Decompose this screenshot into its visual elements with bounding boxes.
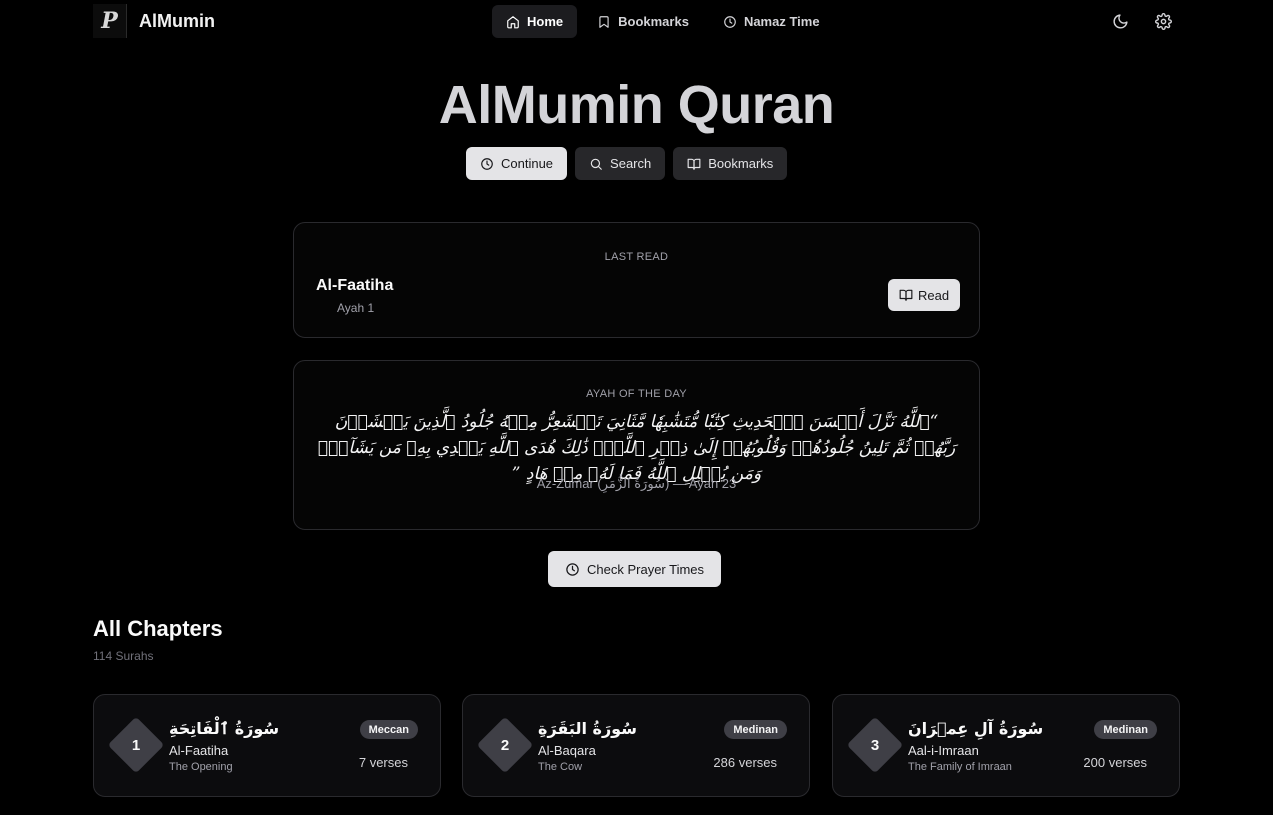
nav-bookmarks[interactable]: Bookmarks xyxy=(583,5,703,38)
nav-home[interactable]: Home xyxy=(492,5,578,38)
clock-icon xyxy=(724,15,736,28)
surah-arabic-name: سُورَةُ آلِ عِمۡرَانَ xyxy=(908,719,1044,738)
revelation-badge: Medinan xyxy=(724,720,787,739)
search-button-label: Search xyxy=(610,156,652,171)
surah-translation: The Family of Imraan xyxy=(908,761,1012,773)
surah-arabic-name: سُورَةُ البَقَرَةِ xyxy=(538,719,637,738)
revelation-badge: Medinan xyxy=(1094,720,1157,739)
last-read-card: LAST READ Al-Faatiha Ayah 1 Read xyxy=(293,222,980,338)
bookmarks-button[interactable]: Bookmarks xyxy=(673,147,788,180)
clock-icon xyxy=(481,157,493,170)
surah-translation: The Opening xyxy=(169,761,233,773)
surah-name: Aal-i-Imraan xyxy=(908,743,979,758)
page-title: AlMumin Quran xyxy=(438,75,835,135)
surah-translation: The Cow xyxy=(538,761,583,773)
read-button[interactable]: Read xyxy=(888,279,961,311)
nav-home-label: Home xyxy=(527,14,564,29)
search-button[interactable]: Search xyxy=(575,147,666,180)
search-icon xyxy=(590,158,602,170)
hero-actions: Continue Search Bookmarks xyxy=(466,147,788,180)
nav-namaz-time[interactable]: Namaz Time xyxy=(709,5,834,38)
chapters-heading: All Chapters xyxy=(93,616,223,641)
app-logo[interactable]: P xyxy=(93,4,127,38)
surah-name: Al-Baqara xyxy=(538,743,596,758)
book-open-icon xyxy=(899,289,913,301)
theme-toggle-button[interactable] xyxy=(1108,9,1132,33)
last-read-ayah: Ayah 1 xyxy=(337,301,375,315)
nav-bookmarks-label: Bookmarks xyxy=(618,14,689,29)
brand-name[interactable]: AlMumin xyxy=(139,11,215,32)
verse-count: 200 verses xyxy=(1083,755,1147,770)
ayah-reference: Az-Zumar (سُورَةُ الزُّمَرِ) — Ayah 23 xyxy=(536,476,737,491)
main-nav: Home Bookmarks Namaz Time xyxy=(492,5,834,38)
surah-name: Al-Faatiha xyxy=(169,743,229,758)
book-open-icon xyxy=(687,158,701,170)
nav-namaz-time-label: Namaz Time xyxy=(743,14,820,29)
gear-icon xyxy=(1154,12,1172,30)
surah-card[interactable]: 2 سُورَةُ البَقَرَةِ Al-Baqara The Cow M… xyxy=(462,694,810,797)
surah-number: 2 xyxy=(500,736,510,754)
continue-button-label: Continue xyxy=(501,156,554,171)
revelation-badge: Meccan xyxy=(359,720,418,739)
bookmarks-button-label: Bookmarks xyxy=(708,156,774,171)
top-navbar: P AlMumin Home Bookmarks Namaz Time xyxy=(0,0,1273,43)
surah-number: 3 xyxy=(870,736,880,754)
surah-arabic-name: سُورَةُ ٱلْفَاتِحَةِ xyxy=(169,719,280,738)
check-prayer-times-label: Check Prayer Times xyxy=(587,561,705,577)
check-prayer-times-button[interactable]: Check Prayer Times xyxy=(548,551,722,587)
home-icon xyxy=(507,15,519,28)
verse-count: 7 verses xyxy=(358,755,408,770)
ayah-of-the-day-card: AYAH OF THE DAY “ٱللَّهُ نَزَّلَ أَحۡسَن… xyxy=(293,360,980,530)
read-button-label: Read xyxy=(918,287,950,303)
surah-number: 1 xyxy=(131,736,141,754)
last-read-label: LAST READ xyxy=(604,251,669,263)
bookmark-icon xyxy=(599,15,609,28)
surah-card[interactable]: 1 سُورَةُ ٱلْفَاتِحَةِ Al-Faatiha The Op… xyxy=(93,694,441,797)
clock-icon xyxy=(566,562,579,576)
chapters-count: 114 Surahs xyxy=(93,649,154,663)
continue-button[interactable]: Continue xyxy=(466,147,568,180)
moon-icon xyxy=(1113,13,1128,28)
last-read-surah: Al-Faatiha xyxy=(316,277,394,294)
surah-card[interactable]: 3 سُورَةُ آلِ عِمۡرَانَ Aal-i-Imraan The… xyxy=(832,694,1180,797)
ayah-of-the-day-label: AYAH OF THE DAY xyxy=(586,388,687,400)
settings-button[interactable] xyxy=(1151,9,1175,33)
verse-count: 286 verses xyxy=(713,755,777,770)
logo-letter: P xyxy=(101,8,118,34)
